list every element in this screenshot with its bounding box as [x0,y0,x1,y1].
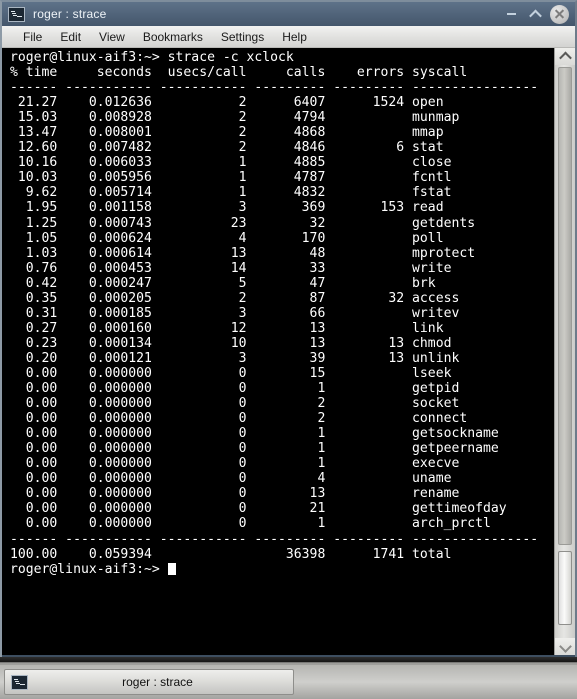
desktop: roger : strace File Edit View Bookmarks … [0,0,577,699]
chevron-up-icon[interactable] [555,48,575,65]
taskbar: roger : strace [0,657,577,699]
terminal-scrollbar[interactable] [554,48,575,655]
menu-item-settings[interactable]: Settings [212,29,273,45]
menu-bar: File Edit View Bookmarks Settings Help [2,26,575,48]
taskbar-window-label: roger : strace [122,675,193,689]
terminal-text: roger@linux-aif3:~> strace -c xclock % t… [10,50,539,577]
terminal-area: roger@linux-aif3:~> strace -c xclock % t… [2,48,575,655]
menu-item-view[interactable]: View [90,29,134,45]
minimize-icon[interactable] [502,5,520,23]
window-controls [502,2,569,26]
terminal-output[interactable]: roger@linux-aif3:~> strace -c xclock % t… [2,48,554,655]
chevron-down-icon[interactable] [555,638,575,655]
maximize-icon[interactable] [526,5,544,23]
terminal-window: roger : strace File Edit View Bookmarks … [0,0,577,657]
terminal-icon [11,674,28,690]
window-title: roger : strace [33,7,107,21]
menu-item-file[interactable]: File [14,29,51,45]
menu-item-help[interactable]: Help [273,29,316,45]
scrollbar-track-filled [558,67,572,545]
taskbar-window-button[interactable]: roger : strace [4,669,294,695]
taskbar-inner: roger : strace [0,665,577,699]
window-titlebar[interactable]: roger : strace [2,2,575,26]
close-icon[interactable] [550,4,569,24]
scrollbar-trough[interactable] [555,65,575,638]
scrollbar-thumb[interactable] [558,551,572,625]
terminal-cursor [167,562,176,575]
terminal-icon [8,6,25,22]
menu-item-bookmarks[interactable]: Bookmarks [134,29,212,45]
menu-item-edit[interactable]: Edit [51,29,90,45]
